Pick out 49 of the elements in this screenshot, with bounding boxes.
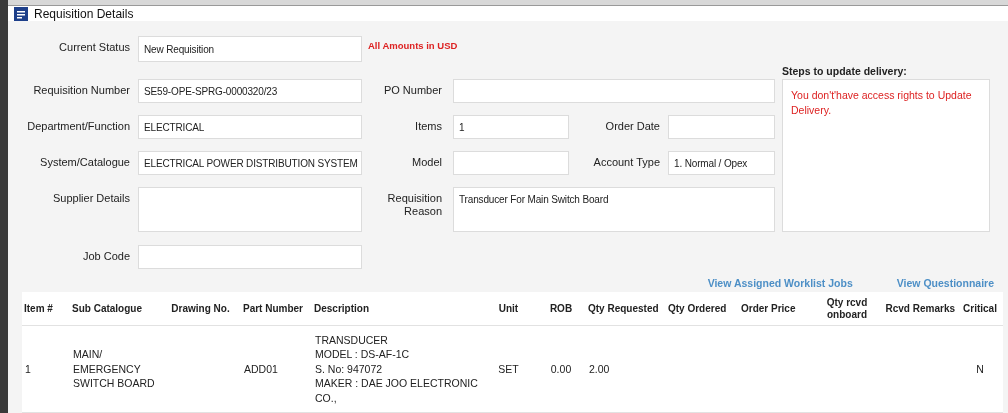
field-label: Order Date bbox=[605, 119, 660, 133]
input-field[interactable] bbox=[453, 79, 775, 103]
column-header: ROB bbox=[536, 292, 586, 326]
column-header: Qty Ordered bbox=[666, 292, 739, 326]
field-label: Requisition Number bbox=[33, 83, 130, 97]
input-field[interactable]: New Requisition bbox=[138, 36, 362, 62]
window-title: Requisition Details bbox=[34, 6, 134, 21]
column-header: Critical bbox=[957, 292, 1003, 326]
field-label: Model bbox=[412, 155, 442, 169]
field-label: Account Type bbox=[593, 155, 660, 169]
column-header: Item # bbox=[22, 292, 70, 326]
input-field[interactable]: SE59-OPE-SPRG-0000320/23 bbox=[138, 79, 362, 103]
table-cell: 2.00 bbox=[589, 362, 610, 375]
input-field[interactable] bbox=[453, 151, 569, 175]
column-header: Drawing No. bbox=[160, 292, 241, 326]
input-field[interactable]: 1. Normal / Opex bbox=[668, 151, 775, 175]
input-field[interactable]: 1 bbox=[453, 115, 569, 139]
field-label: Job Code bbox=[82, 249, 130, 263]
input-field[interactable]: ELECTRICAL bbox=[138, 115, 362, 139]
table-cell: 0.00 bbox=[550, 362, 572, 375]
currency-note: All Amounts in USD bbox=[368, 39, 459, 51]
column-header: Description bbox=[312, 292, 481, 326]
field-label: System/Catalogue bbox=[40, 155, 130, 169]
input-field[interactable]: ELECTRICAL POWER DISTRIBUTION SYSTEM bbox=[138, 151, 362, 175]
field-label: Department/Function bbox=[27, 119, 130, 133]
field-label: Supplier Details bbox=[52, 191, 130, 205]
table-cell: TRANSDUCER MODEL : DS-AF-1C S. No: 947072 MAKER : DAE JOO ELECTRONIC CO., bbox=[315, 333, 478, 404]
column-header: Part Number bbox=[241, 292, 312, 326]
column-header: Rcvd Remarks bbox=[883, 292, 957, 326]
column-header: Qty Requested bbox=[586, 292, 666, 326]
table-cell: ADD01 bbox=[244, 362, 278, 375]
field-label: Items bbox=[415, 119, 442, 133]
input-field[interactable] bbox=[138, 187, 362, 232]
delivery-message: You don't'have access rights to Update Delivery. bbox=[782, 79, 990, 232]
column-header: Unit bbox=[481, 292, 536, 326]
input-field[interactable] bbox=[138, 245, 362, 269]
panel-heading: Steps to update delivery: bbox=[782, 65, 908, 79]
table-cell: 1 bbox=[25, 362, 31, 375]
input-field[interactable] bbox=[668, 115, 775, 139]
field-label: Current Status bbox=[59, 40, 130, 54]
table-cell: MAIN/ EMERGENCY SWITCH BOARD bbox=[73, 348, 155, 390]
column-header: Order Price bbox=[739, 292, 811, 326]
field-label: PO Number bbox=[383, 83, 442, 97]
column-header: Qty rcvd onboard bbox=[811, 292, 883, 326]
input-field[interactable]: Transducer For Main Switch Board bbox=[453, 187, 775, 232]
table-cell: SET bbox=[498, 362, 519, 375]
table-cell: N bbox=[976, 362, 984, 375]
field-label: Requisition Reason bbox=[386, 191, 442, 218]
column-header: Sub Catalogue bbox=[70, 292, 160, 326]
